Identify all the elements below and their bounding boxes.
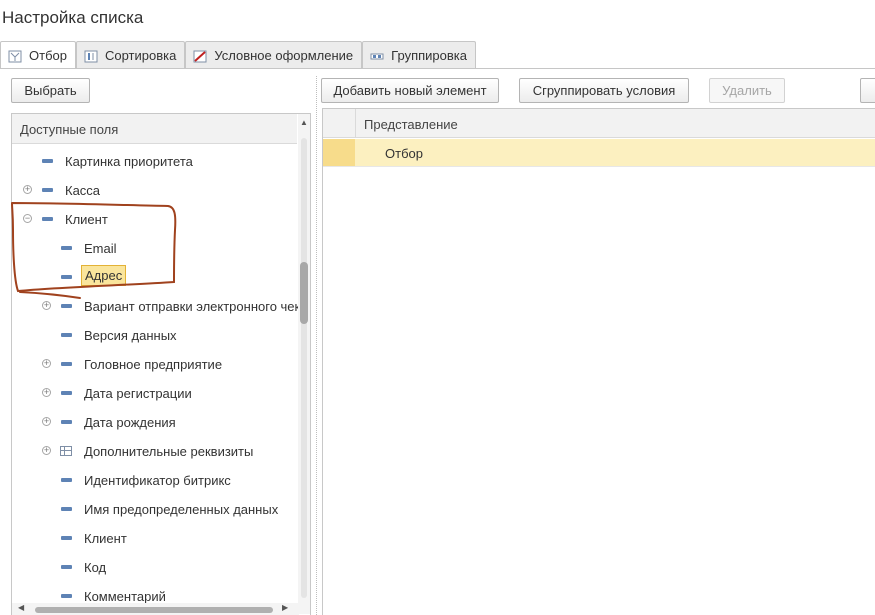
expand-plus-icon[interactable]: + [42, 301, 51, 310]
table-icon [60, 446, 72, 456]
more-button[interactable] [860, 78, 875, 103]
select-button[interactable]: Выбрать [11, 78, 90, 103]
field-icon [61, 304, 72, 308]
row-marker-cell[interactable] [323, 139, 355, 166]
tab-conditional-format[interactable]: Условное оформление [185, 41, 363, 69]
tree-item-label: Идентификатор битрикс [84, 472, 231, 488]
tab-grouping[interactable]: Группировка [362, 41, 476, 69]
tab-conditional-format-label: Условное оформление [214, 48, 354, 63]
field-icon [61, 536, 72, 540]
tree-item[interactable]: Код [12, 556, 297, 578]
field-icon [61, 507, 72, 511]
scroll-left-arrow-icon[interactable]: ◀ [18, 603, 24, 612]
tree-item-label: Головное предприятие [84, 356, 223, 372]
tab-bar: Отбор Сортировка Условное оформление Гру… [0, 41, 476, 69]
add-new-element-button[interactable]: Добавить новый элемент [321, 78, 499, 103]
window-title: Настройка списка [2, 8, 144, 27]
tab-grouping-label: Группировка [391, 48, 467, 63]
tree-item-label: Дополнительные реквизиты [84, 443, 254, 459]
field-icon [61, 362, 72, 366]
scroll-up-arrow-icon[interactable]: ▲ [300, 118, 308, 127]
delete-button[interactable]: Удалить [709, 78, 785, 103]
filter-icon [7, 48, 23, 64]
tree-item-label: Клиент [65, 211, 108, 227]
field-icon [61, 478, 72, 482]
scroll-track [301, 138, 307, 598]
field-icon [61, 565, 72, 569]
tree-item-label: Комментарий [84, 588, 166, 604]
sort-icon [83, 48, 99, 64]
tab-divider [0, 68, 875, 69]
tree-item[interactable]: Имя предопределенных данных [12, 498, 297, 520]
field-icon [61, 333, 72, 337]
table-row[interactable]: Отбор [323, 139, 875, 167]
field-icon [42, 217, 53, 221]
scroll-thumb[interactable] [35, 607, 273, 613]
tree-item-label: Картинка приоритета [65, 153, 193, 169]
tree-item-label: Версия данных [84, 327, 177, 343]
tree-item[interactable]: + Дата регистрации [12, 382, 297, 404]
tree-item[interactable]: + Головное предприятие [12, 353, 297, 375]
expand-plus-icon[interactable]: + [42, 388, 51, 397]
field-icon [61, 246, 72, 250]
tab-sort[interactable]: Сортировка [75, 41, 186, 69]
tree-item[interactable]: Версия данных [12, 324, 297, 346]
tree-item[interactable]: Email [12, 237, 297, 259]
conditional-format-icon [192, 48, 208, 64]
horizontal-scrollbar[interactable]: ◀ ▶ [12, 603, 299, 615]
tree-item[interactable]: + Дата рождения [12, 411, 297, 433]
filter-table[interactable]: Представление Отбор [322, 108, 875, 615]
scroll-thumb[interactable] [300, 262, 308, 324]
tree-item[interactable]: − Клиент [12, 208, 297, 230]
group-conditions-button[interactable]: Сгруппировать условия [519, 78, 689, 103]
grouping-icon [369, 48, 385, 64]
collapse-minus-icon[interactable]: − [23, 214, 32, 223]
field-icon [42, 159, 53, 163]
tab-filter[interactable]: Отбор [0, 41, 76, 69]
tree-item-label: Дата регистрации [84, 385, 192, 401]
row-label: Отбор [385, 146, 423, 161]
tree-item[interactable]: + Касса [12, 179, 297, 201]
pane-splitter[interactable] [316, 76, 317, 615]
field-icon [61, 391, 72, 395]
tree-item[interactable]: Адрес [12, 265, 297, 288]
available-fields-tree[interactable]: Доступные поля Картинка приоритета + Кас… [11, 113, 311, 615]
column-header-presentation[interactable]: Представление [364, 117, 458, 132]
scroll-right-arrow-icon[interactable]: ▶ [282, 603, 288, 612]
field-icon [42, 188, 53, 192]
table-header: Представление [323, 109, 875, 138]
tree-item[interactable]: Клиент [12, 527, 297, 549]
tree-item[interactable]: Идентификатор битрикс [12, 469, 297, 491]
tree-item[interactable]: + Дополнительные реквизиты [12, 440, 297, 462]
tree-item-label: Код [84, 559, 107, 575]
field-icon [61, 594, 72, 598]
tab-sort-label: Сортировка [104, 48, 177, 63]
column-separator [355, 109, 356, 138]
field-icon [61, 420, 72, 424]
tree-item[interactable]: + Вариант отправки электронного чек [12, 295, 301, 317]
tree-item-label: Касса [65, 182, 101, 198]
expand-plus-icon[interactable]: + [23, 185, 32, 194]
tab-filter-label: Отбор [29, 48, 67, 63]
tree-item-label: Вариант отправки электронного чек [84, 298, 301, 314]
expand-plus-icon[interactable]: + [42, 446, 51, 455]
vertical-scrollbar[interactable]: ▲ [298, 114, 310, 614]
tree-item[interactable]: Картинка приоритета [12, 150, 297, 172]
tree-item-label: Дата рождения [84, 414, 176, 430]
tree-item-label: Email [84, 240, 117, 256]
tree-item-label: Адрес [81, 265, 127, 286]
available-fields-header: Доступные поля [12, 114, 297, 144]
expand-plus-icon[interactable]: + [42, 417, 51, 426]
expand-plus-icon[interactable]: + [42, 359, 51, 368]
tree-item-label: Клиент [84, 530, 127, 546]
field-icon [61, 275, 72, 279]
tree-item-label: Имя предопределенных данных [84, 501, 279, 517]
